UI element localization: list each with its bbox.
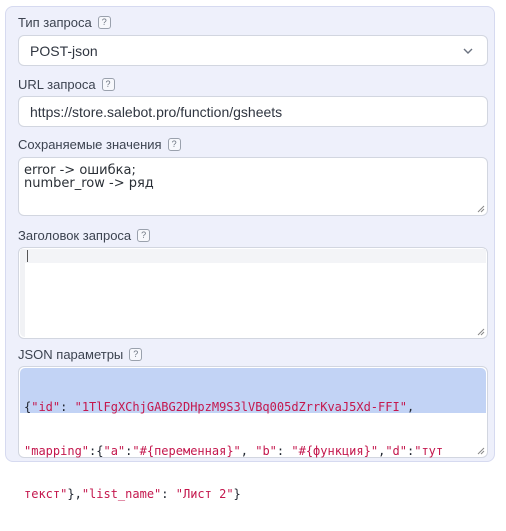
saved-values-textarea[interactable]: error -> ошибка; number_row -> ряд <box>18 157 488 216</box>
url-label: URL запроса ? <box>18 77 115 92</box>
json-string-token: "тут <box>414 443 444 458</box>
json-punctuation-token: :{ <box>89 443 104 458</box>
json-string-token: "d" <box>385 443 407 458</box>
request-header-editor[interactable] <box>18 247 488 339</box>
json-string-token: "1TlFgXChjGABG2DHpzM9S3lVBq005dZrrKvaJ5X… <box>74 400 407 414</box>
help-icon[interactable]: ? <box>97 16 111 29</box>
json-line: {"id": "1TlFgXChjGABG2DHpzM9S3lVBq005dZr… <box>24 400 479 415</box>
json-string-token: "#{переменная}" <box>132 443 241 458</box>
resize-handle-icon[interactable] <box>477 328 485 336</box>
url-input[interactable]: https://store.salebot.pro/function/gshee… <box>18 96 488 127</box>
saved-values-text: error -> ошибка; number_row -> ряд <box>24 163 154 191</box>
json-string-token: "list_name" <box>81 487 162 501</box>
request-type-value: POST-json <box>30 42 98 59</box>
json-params-editor[interactable]: {"id": "1TlFgXChjGABG2DHpzM9S3lVBq005dZr… <box>18 366 488 501</box>
json-string-token: "mapping" <box>24 443 90 458</box>
json-punctuation-token: : <box>276 443 292 458</box>
json-punctuation-token: } <box>233 487 241 501</box>
resize-handle-icon[interactable] <box>477 205 485 213</box>
json-string-token: "b" <box>255 443 277 458</box>
json-string-token: текст" <box>24 487 68 501</box>
resize-handle-icon[interactable] <box>477 447 485 455</box>
help-icon[interactable]: ? <box>129 348 143 361</box>
url-value: https://store.salebot.pro/function/gshee… <box>30 103 283 120</box>
request-type-label: Тип запроса ? <box>18 15 111 30</box>
text-cursor <box>27 250 28 262</box>
json-punctuation-token: : <box>60 400 75 414</box>
json-string-token: "Лист 2" <box>175 487 234 501</box>
active-line-highlight <box>20 249 486 263</box>
json-line: текст"},"list_name": "Лист 2"} <box>24 487 479 502</box>
json-punctuation-token: , <box>240 443 256 458</box>
help-icon[interactable]: ? <box>137 229 151 242</box>
saved-values-label: Сохраняемые значения ? <box>18 137 181 152</box>
request-header-label: Заголовок запроса ? <box>18 228 151 243</box>
json-params-label: JSON параметры ? <box>18 347 143 362</box>
request-type-select[interactable]: POST-json <box>18 35 488 66</box>
json-string-token: "id" <box>31 400 61 414</box>
request-settings-panel: Тип запроса ? POST-json URL запроса ? ht… <box>5 6 495 501</box>
json-string-token: "a" <box>103 443 126 458</box>
help-icon[interactable]: ? <box>101 78 115 91</box>
json-punctuation-token: : <box>161 487 176 501</box>
help-icon[interactable]: ? <box>167 138 181 151</box>
editor-gutter <box>20 249 25 337</box>
json-punctuation-token: }, <box>67 487 82 501</box>
json-string-token: "#{функция}" <box>291 443 379 458</box>
json-punctuation-token: , <box>406 400 415 414</box>
chevron-down-icon <box>463 48 473 54</box>
json-line: "mapping":{"a":"#{переменная}", "b": "#{… <box>24 444 479 459</box>
json-code: {"id": "1TlFgXChjGABG2DHpzM9S3lVBq005dZr… <box>24 371 479 531</box>
